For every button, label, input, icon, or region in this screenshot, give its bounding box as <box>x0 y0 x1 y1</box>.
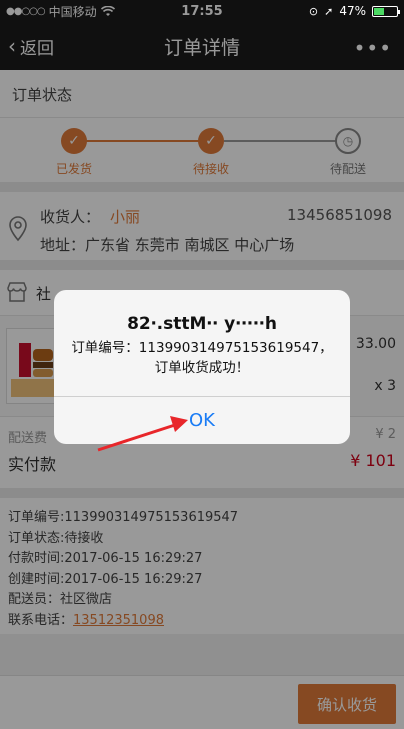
ok-button[interactable]: OK <box>54 397 350 444</box>
location-icon: ➚ <box>324 4 334 18</box>
battery-percent: 47% <box>339 4 366 18</box>
rotation-lock-icon: ⊙ <box>308 4 319 18</box>
dialog-message-line1: 订单编号：113990314975153619547， <box>71 340 333 356</box>
battery-icon <box>372 5 400 17</box>
dialog-title: 82‧.sttM‧‧ y‧‧‧‧‧h <box>127 314 277 334</box>
dialog-message: 订单编号：113990314975153619547， 订单收货成功！ <box>66 338 338 378</box>
dialog-message-line2: 订单收货成功！ <box>154 360 250 376</box>
alert-dialog: 82‧.sttM‧‧ y‧‧‧‧‧h 订单编号：1139903149751536… <box>54 290 350 444</box>
